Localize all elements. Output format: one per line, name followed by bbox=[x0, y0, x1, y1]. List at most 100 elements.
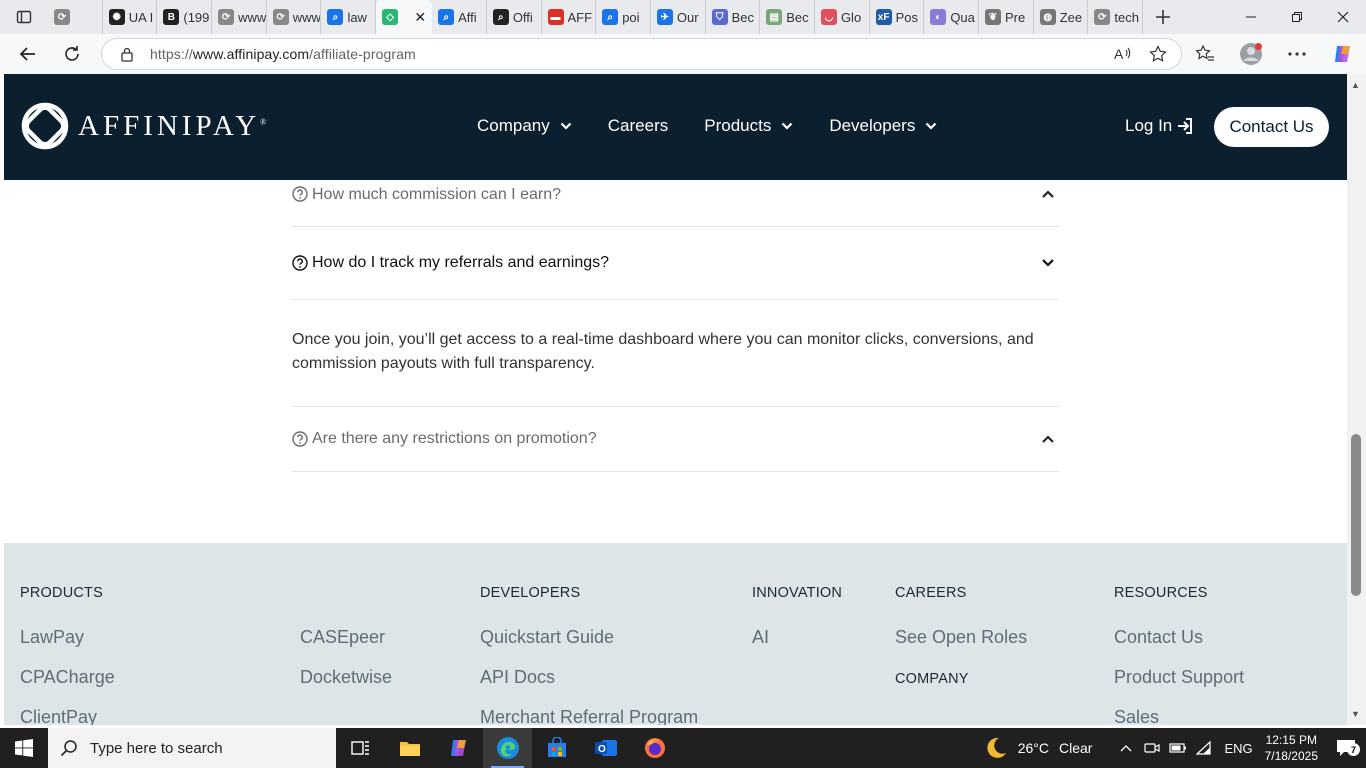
camera-icon bbox=[1144, 743, 1161, 753]
url-text[interactable]: https://www.affinipay.com/affiliate-prog… bbox=[150, 46, 416, 62]
shield-icon: ⛉ bbox=[711, 9, 728, 25]
browser-tab[interactable]: ✺ UA I bbox=[103, 0, 158, 34]
profile-button[interactable] bbox=[1228, 34, 1274, 74]
footer-link-api-docs[interactable]: API Docs bbox=[480, 667, 698, 688]
faq-item-commission[interactable]: How much commission can I earn? bbox=[292, 180, 1059, 227]
footer-link-open-roles[interactable]: See Open Roles bbox=[895, 627, 1027, 648]
address-bar[interactable]: https://www.affinipay.com/affiliate-prog… bbox=[101, 38, 1182, 70]
footer-link-merchant-referral[interactable]: Merchant Referral Program bbox=[480, 707, 698, 725]
browser-tab[interactable]: ◐ Qua bbox=[924, 0, 979, 34]
page-scrollbar[interactable]: ▲ ▼ bbox=[1347, 74, 1366, 725]
nav-item-careers[interactable]: Careers bbox=[608, 116, 668, 136]
footer-link-casepeer[interactable]: CASEpeer bbox=[300, 627, 392, 648]
restore-button[interactable] bbox=[1274, 0, 1320, 34]
browser-tab[interactable]: xF Pos bbox=[870, 0, 925, 34]
nav-item-developers[interactable]: Developers bbox=[829, 116, 937, 136]
browser-tab[interactable]: ⛉ Bec bbox=[706, 0, 761, 34]
browser-tab[interactable]: ◇ ✕ bbox=[376, 0, 433, 34]
scrollbar-thumb[interactable] bbox=[1351, 434, 1361, 596]
network-button[interactable] bbox=[1192, 741, 1216, 755]
copilot-button[interactable] bbox=[1320, 34, 1366, 74]
footer-link-product-support[interactable]: Product Support bbox=[1114, 667, 1244, 688]
browser-toolbar: https://www.affinipay.com/affiliate-prog… bbox=[0, 34, 1366, 74]
browser-tab[interactable]: ⌕ Affi bbox=[432, 0, 487, 34]
faq-item-restrictions[interactable]: Are there any restrictions on promotion? bbox=[292, 407, 1059, 472]
nav-item-products[interactable]: Products bbox=[704, 116, 793, 136]
browser-tab[interactable]: ◡ Glo bbox=[815, 0, 870, 34]
footer-link-quickstart[interactable]: Quickstart Guide bbox=[480, 627, 698, 648]
question-circle-icon bbox=[292, 186, 308, 202]
battery-button[interactable] bbox=[1166, 742, 1190, 754]
task-view-button[interactable] bbox=[336, 728, 385, 768]
footer-col-products: PRODUCTS LawPay CPACharge ClientPay bbox=[20, 585, 115, 725]
outlook-app-button[interactable]: O bbox=[581, 728, 630, 768]
favorite-star-icon[interactable] bbox=[1149, 45, 1167, 63]
copilot-app-button[interactable] bbox=[434, 728, 483, 768]
lock-icon[interactable] bbox=[120, 46, 134, 62]
start-button[interactable] bbox=[0, 728, 48, 768]
footer-link-lawpay[interactable]: LawPay bbox=[20, 627, 115, 648]
browser-tab[interactable]: ⌕ poi bbox=[596, 0, 651, 34]
notifications-button[interactable]: 7 bbox=[1326, 739, 1366, 757]
faq-question: How much commission can I earn? bbox=[312, 186, 561, 203]
browser-tab[interactable]: ⌕ Offi bbox=[487, 0, 542, 34]
footer-link-sales[interactable]: Sales bbox=[1114, 707, 1244, 725]
firefox-app-button[interactable] bbox=[630, 728, 679, 768]
browser-tab[interactable]: ❦ Pre bbox=[979, 0, 1034, 34]
read-aloud-icon[interactable]: A bbox=[1113, 45, 1131, 63]
battery-icon bbox=[1169, 743, 1187, 753]
footer-col-developers: DEVELOPERS Quickstart Guide API Docs Mer… bbox=[480, 585, 698, 725]
browser-tab[interactable]: ⟳ www bbox=[212, 0, 267, 34]
close-window-button[interactable] bbox=[1320, 0, 1366, 34]
browser-tab-label: Bec bbox=[731, 9, 754, 25]
store-app-button[interactable] bbox=[532, 728, 581, 768]
question-circle-icon bbox=[292, 431, 308, 447]
favorites-button[interactable] bbox=[1182, 34, 1228, 74]
footer-link-clientpay[interactable]: ClientPay bbox=[20, 707, 115, 725]
browser-tab-label: Pre bbox=[1005, 9, 1026, 25]
browser-tab[interactable]: ◍ Zee bbox=[1034, 0, 1089, 34]
minimize-button[interactable] bbox=[1228, 0, 1274, 34]
meet-now-button[interactable] bbox=[1140, 740, 1164, 756]
scroll-up-arrow-icon[interactable]: ▲ bbox=[1351, 80, 1360, 90]
browser-tab[interactable]: ⟳ bbox=[48, 0, 103, 34]
footer-link-ai[interactable]: AI bbox=[752, 627, 842, 648]
affinipay-logo[interactable]: AFFINIPAY® bbox=[20, 101, 266, 151]
file-explorer-button[interactable] bbox=[385, 728, 434, 768]
taskbar-clock[interactable]: 12:15 PM 7/18/2025 bbox=[1265, 732, 1318, 764]
footer-col-careers: CAREERS See Open Roles COMPANY bbox=[895, 585, 1027, 713]
browser-tab[interactable]: ⟳ www bbox=[267, 0, 322, 34]
login-link[interactable]: Log In bbox=[1125, 116, 1194, 136]
faq-item-tracking[interactable]: How do I track my referrals and earnings… bbox=[292, 227, 1059, 300]
input-language[interactable]: ENG bbox=[1224, 741, 1252, 756]
back-button[interactable] bbox=[8, 38, 48, 70]
close-tab-icon[interactable]: ✕ bbox=[414, 9, 426, 26]
show-hidden-icons-button[interactable] bbox=[1114, 744, 1138, 752]
browser-tab-label: www bbox=[238, 9, 266, 25]
browser-tab[interactable]: ⟳ tech bbox=[1088, 0, 1144, 34]
circle-icon: ◐ bbox=[930, 9, 947, 25]
footer-col-resources: RESOURCES Contact Us Product Support Sal… bbox=[1114, 585, 1244, 725]
nav-item-company[interactable]: Company bbox=[477, 116, 572, 136]
browser-tab[interactable]: B (199 bbox=[157, 0, 213, 34]
tab-actions-button[interactable] bbox=[0, 0, 48, 34]
refresh-icon bbox=[65, 46, 79, 61]
browser-tab[interactable]: ✈ Our bbox=[651, 0, 706, 34]
refresh-button[interactable] bbox=[52, 38, 92, 70]
footer-link-docketwise[interactable]: Docketwise bbox=[300, 667, 392, 688]
footer-heading: PRODUCTS bbox=[20, 585, 103, 601]
new-tab-button[interactable] bbox=[1143, 0, 1183, 34]
scroll-down-arrow-icon[interactable]: ▼ bbox=[1351, 709, 1360, 719]
chevron-down-icon bbox=[782, 122, 793, 130]
weather-widget[interactable]: 26°C Clear bbox=[984, 736, 1092, 760]
browser-tab[interactable]: ⌕ law bbox=[321, 0, 377, 34]
browser-tab[interactable]: ▬ AFF bbox=[542, 0, 597, 34]
footer-link-contact-us[interactable]: Contact Us bbox=[1114, 627, 1244, 648]
book-icon: ▤ bbox=[766, 9, 783, 25]
footer-link-cpacharge[interactable]: CPACharge bbox=[20, 667, 115, 688]
edge-app-button[interactable] bbox=[483, 728, 532, 768]
browser-tab[interactable]: ▤ Bec bbox=[760, 0, 815, 34]
settings-menu-button[interactable] bbox=[1274, 34, 1320, 74]
contact-us-button[interactable]: Contact Us bbox=[1214, 107, 1329, 147]
taskbar-search-box[interactable]: Type here to search bbox=[48, 728, 336, 768]
